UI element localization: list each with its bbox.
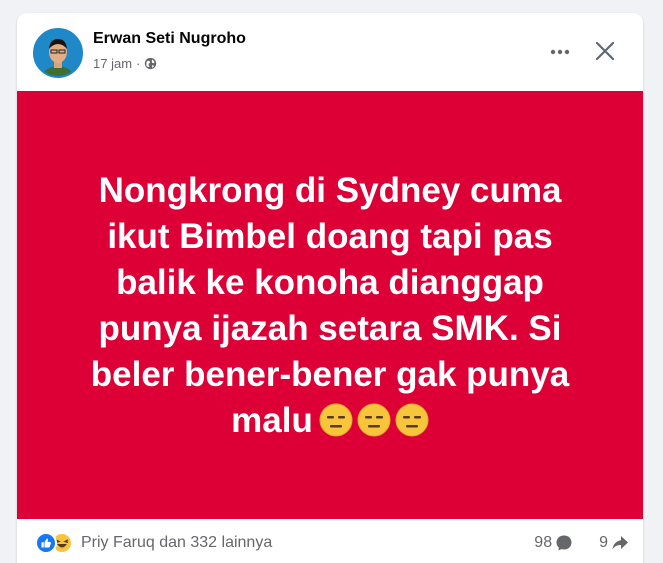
engagement-counts: 98 9 [534,534,629,552]
author-avatar[interactable] [33,28,83,78]
ellipsis-icon [550,49,570,55]
comments-count[interactable]: 98 [534,534,573,552]
expressionless-face-icon [395,403,429,437]
more-options-button[interactable] [545,37,575,67]
share-icon [612,536,628,550]
close-icon [595,41,615,61]
emoji-group [319,403,429,437]
post-time[interactable]: 17 jam [93,56,132,71]
comment-icon [556,535,572,551]
like-icon [35,532,57,554]
reaction-summary-text[interactable]: Priy Faruq dan 332 lainnya [81,534,272,552]
post-header: Erwan Seti Nugroho 17 jam · [17,13,643,91]
expressionless-face-icon [357,403,391,437]
post-meta: 17 jam · [93,56,157,71]
post-body-text: Nongkrong di Sydney cuma ikut Bimbel doa… [90,171,570,440]
globe-icon [144,57,157,70]
comment-count-value: 98 [534,534,553,551]
reactions-summary[interactable]: Priy Faruq dan 332 lainnya [35,532,272,554]
post-card: Erwan Seti Nugroho 17 jam · Nongkrong di… [17,13,643,563]
close-button[interactable] [589,35,621,67]
expressionless-face-icon [319,403,353,437]
meta-separator: · [136,56,141,71]
post-body: Nongkrong di Sydney cuma ikut Bimbel doa… [70,168,590,444]
share-count-value: 9 [599,534,608,551]
post-content: Nongkrong di Sydney cuma ikut Bimbel doa… [17,91,643,519]
post-footer: Priy Faruq dan 332 lainnya 98 9 [17,519,643,563]
shares-count[interactable]: 9 [599,534,629,552]
author-name[interactable]: Erwan Seti Nugroho [93,30,246,48]
